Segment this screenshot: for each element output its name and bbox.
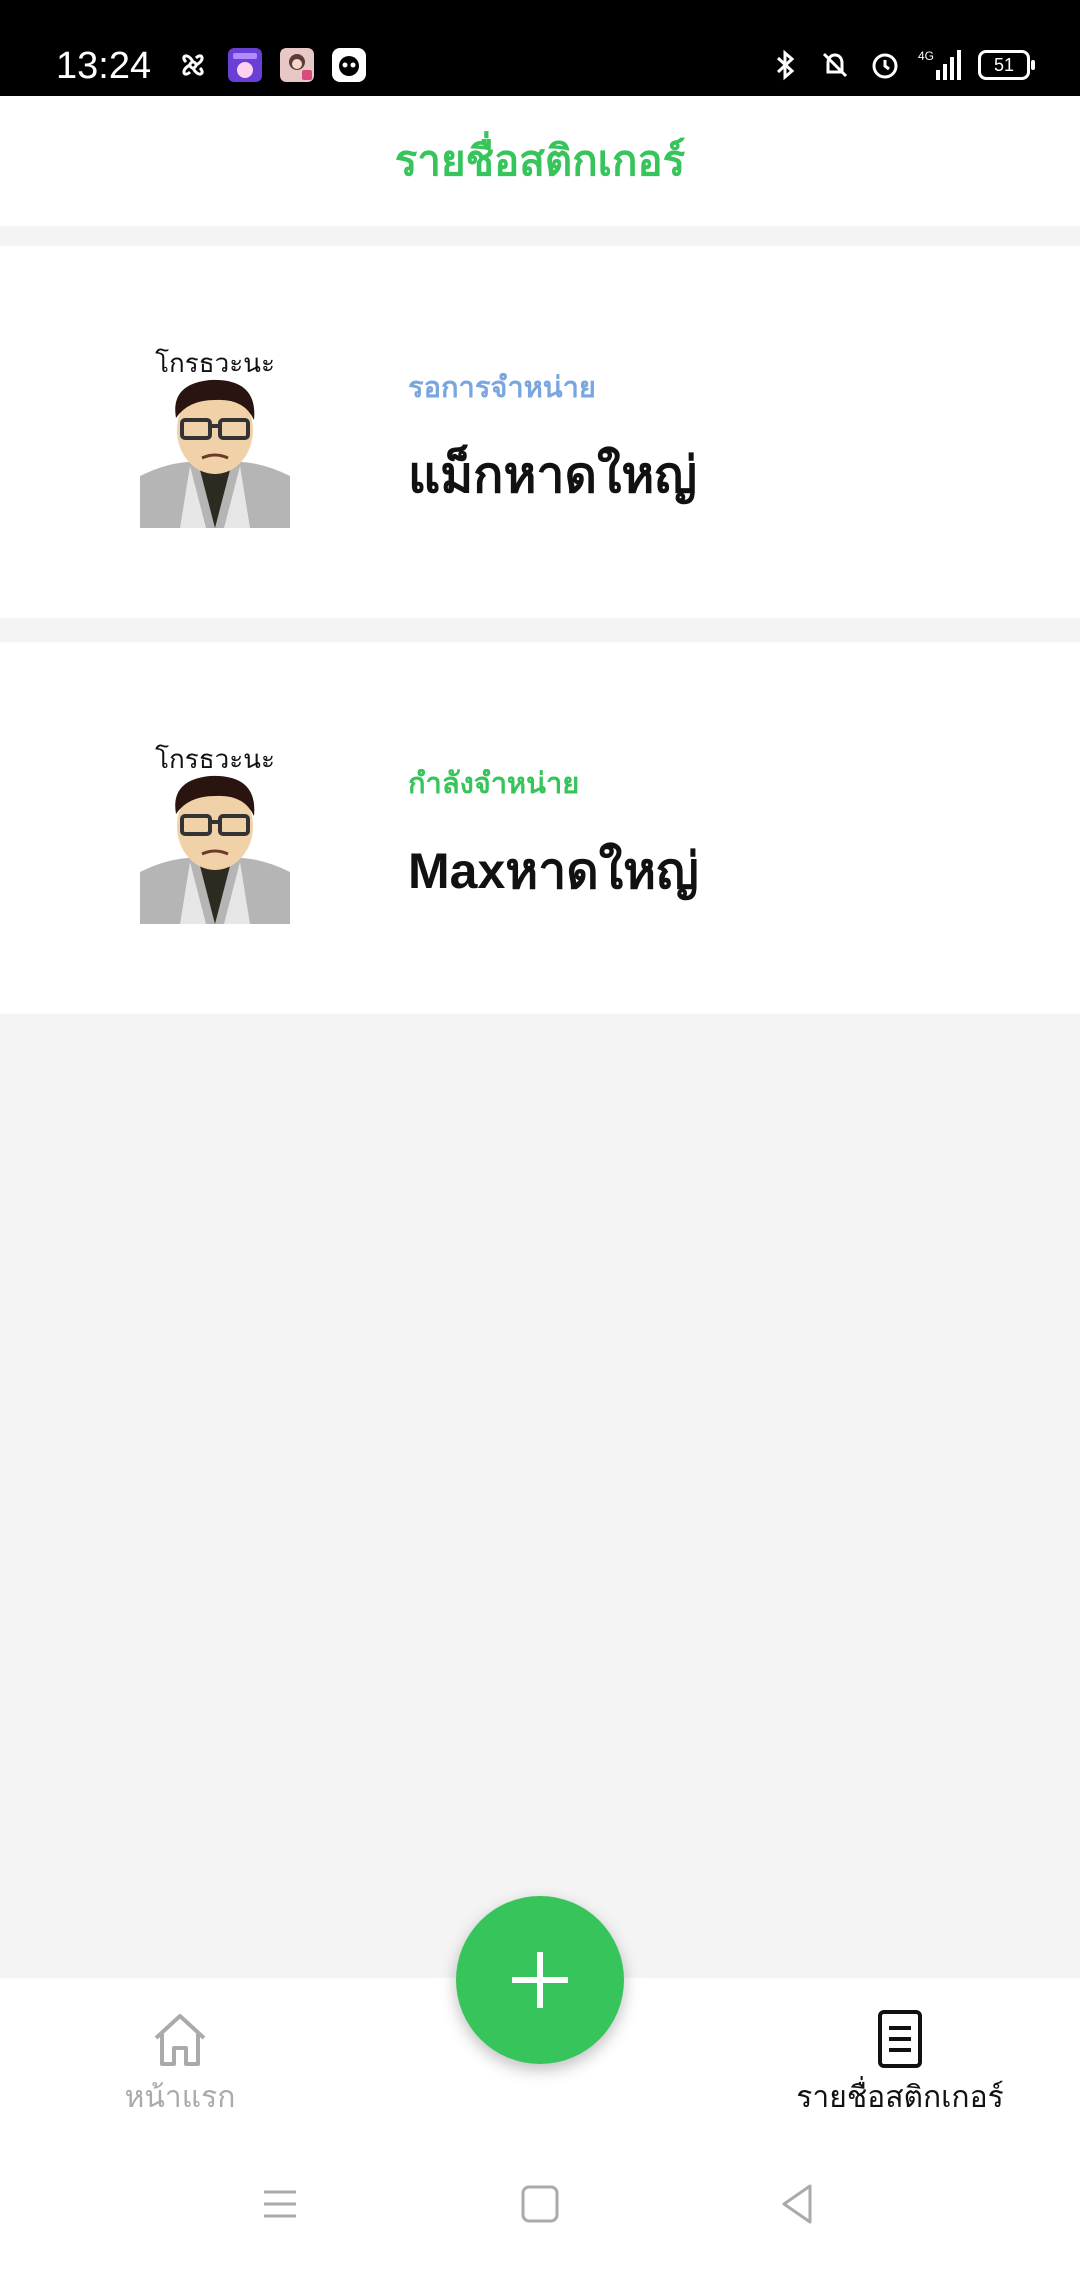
fan-icon	[182, 54, 204, 76]
nav-item-sticker-list[interactable]: รายชื่อสติกเกอร์	[770, 2008, 1030, 2121]
nav-list-label: รายชื่อสติกเกอร์	[796, 2081, 1004, 2114]
sticker-thumbnail-image: โกรธวะนะ	[140, 744, 290, 924]
add-sticker-button[interactable]	[456, 1896, 624, 2064]
menu-icon[interactable]	[250, 2174, 310, 2234]
status-time: 13:24	[56, 45, 152, 87]
system-navigation-bar	[0, 2130, 1080, 2280]
nav-item-home[interactable]: หน้าแรก	[50, 2008, 310, 2121]
bot-app-icon	[332, 48, 366, 82]
sticker-thumbnail-image: โกรธวะนะ	[140, 348, 290, 528]
alarm-icon	[872, 53, 898, 79]
home-square-icon[interactable]	[510, 2174, 570, 2234]
home-icon	[154, 2014, 206, 2066]
document-list-icon	[878, 2010, 922, 2068]
nav-home-label: หน้าแรก	[124, 2081, 236, 2114]
app-header: รายชื่อสติกเกอร์	[0, 96, 1080, 226]
plus-icon	[512, 1952, 568, 2008]
sticker-caption: โกรธวะนะ	[155, 744, 275, 775]
sale-status-label: กำลังจำหน่าย	[408, 768, 580, 800]
sale-status-label: รอการจำหน่าย	[408, 372, 596, 404]
bluetooth-icon	[776, 49, 795, 81]
page-title: รายชื่อสติกเกอร์	[394, 137, 686, 184]
sticker-card[interactable]: โกรธวะนะ รอการจำหน่าย แม็กหาดใหญ่	[0, 246, 1080, 618]
system-status-icons: 4G 51	[768, 48, 1035, 82]
photo-app-icon	[280, 48, 314, 82]
signal-icon: 4G	[918, 49, 961, 80]
sticker-card[interactable]: โกรธวะนะ กำลังจำหน่าย Maxหาดใหญ่	[0, 642, 1080, 1014]
sticker-name: Maxหาดใหญ่	[408, 843, 699, 899]
status-bar: 13:24 4G 51	[0, 0, 1080, 96]
mute-icon	[822, 52, 848, 78]
notification-icons	[176, 48, 366, 82]
network-type-label: 4G	[918, 49, 934, 63]
manga-app-icon	[228, 48, 262, 82]
sticker-caption: โกรธวะนะ	[155, 348, 275, 379]
back-triangle-icon[interactable]	[768, 2174, 828, 2234]
battery-indicator: 51	[978, 50, 1035, 80]
sticker-name: แม็กหาดใหญ่	[408, 447, 697, 503]
